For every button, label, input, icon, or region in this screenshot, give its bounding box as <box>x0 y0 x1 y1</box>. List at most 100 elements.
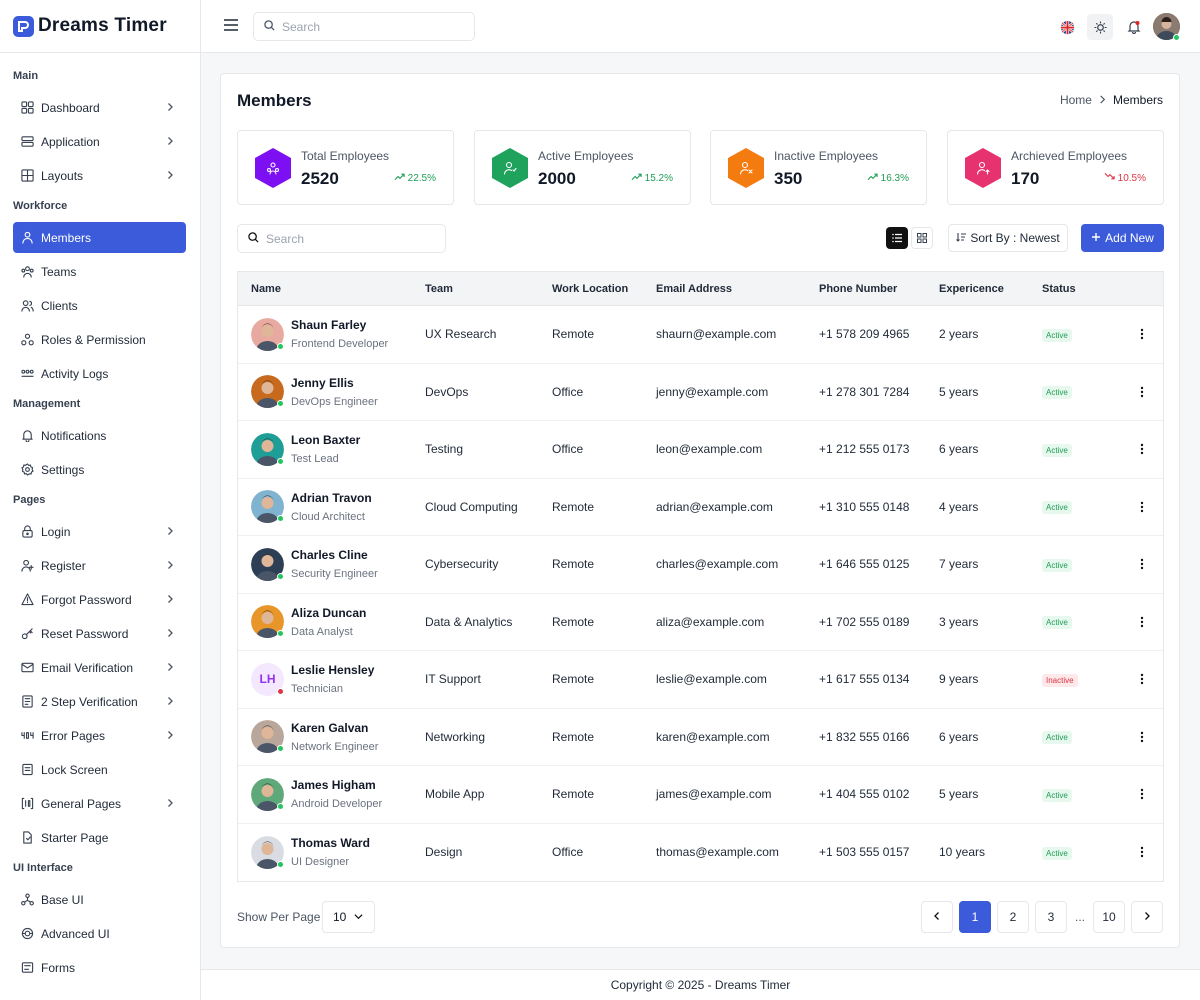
more-vertical-icon[interactable] <box>1135 385 1149 399</box>
col-location[interactable]: Work Location <box>552 283 656 295</box>
avatar[interactable] <box>251 720 284 754</box>
logo-icon <box>13 15 34 37</box>
avatar[interactable] <box>251 432 284 466</box>
more-vertical-icon[interactable] <box>1135 500 1149 514</box>
member-name[interactable]: Shaun Farley <box>291 318 388 332</box>
sidebar-item-label: Roles & Permission <box>41 332 146 347</box>
grid-view-icon[interactable] <box>911 227 933 249</box>
sidebar-item-login[interactable]: Login <box>13 516 186 547</box>
sidebar-item-members[interactable]: Members <box>13 222 186 253</box>
presence-dot <box>277 457 284 465</box>
sidebar-item-forgot-password[interactable]: Forgot Password <box>13 584 186 615</box>
more-vertical-icon[interactable] <box>1135 845 1149 859</box>
col-experience[interactable]: Expericence <box>939 283 1042 295</box>
member-name[interactable]: Charles Cline <box>291 548 378 562</box>
table-row: Thomas Ward UI Designer Design Office thomas… <box>238 824 1163 882</box>
sidebar-item-reset-password[interactable]: Reset Password <box>13 618 186 649</box>
avatar[interactable] <box>251 375 284 409</box>
sidebar-item-dashboard[interactable]: Dashboard <box>13 92 186 123</box>
sidebar-item-forms[interactable]: Forms <box>13 952 186 983</box>
more-vertical-icon[interactable] <box>1135 730 1149 744</box>
avatar[interactable] <box>251 835 284 869</box>
sun-icon[interactable] <box>1087 14 1113 40</box>
member-name[interactable]: Thomas Ward <box>291 836 370 850</box>
top-search-input[interactable] <box>282 19 452 34</box>
more-vertical-icon[interactable] <box>1135 615 1149 629</box>
avatar[interactable] <box>251 547 284 581</box>
pagination: 1 2 3... 10 <box>921 901 1163 933</box>
page-button[interactable]: 3 <box>1035 901 1067 933</box>
chevron-right-icon <box>1098 93 1107 107</box>
more-vertical-icon[interactable] <box>1135 787 1149 801</box>
sidebar-item-error-pages[interactable]: Error Pages <box>13 720 186 751</box>
prev-page-button[interactable] <box>921 901 953 933</box>
sidebar-section-title: Management <box>13 398 81 410</box>
hamburger-icon[interactable] <box>223 18 239 32</box>
breadcrumb-home[interactable]: Home <box>1060 93 1092 107</box>
more-vertical-icon[interactable] <box>1135 672 1149 686</box>
avatar[interactable] <box>251 317 284 351</box>
page-button-last[interactable]: 10 <box>1093 901 1125 933</box>
sidebar-item-advanced-ui[interactable]: Advanced UI <box>13 918 186 949</box>
col-phone[interactable]: Phone Number <box>819 283 939 295</box>
sidebar-item-teams[interactable]: Teams <box>13 256 186 287</box>
avatar[interactable] <box>251 490 284 524</box>
col-email[interactable]: Email Address <box>656 283 819 295</box>
col-status[interactable]: Status <box>1042 283 1127 295</box>
member-name[interactable]: Adrian Travon <box>291 491 372 505</box>
sidebar-item-2-step-verification[interactable]: 2 Step Verification <box>13 686 186 717</box>
page-button[interactable]: 1 <box>959 901 991 933</box>
col-team[interactable]: Team <box>425 283 552 295</box>
stat-trend-value: 22.5% <box>407 172 436 184</box>
member-name[interactable]: James Higham <box>291 778 382 792</box>
sidebar-item-settings[interactable]: Settings <box>13 454 186 485</box>
sidebar-item-starter-page[interactable]: Starter Page <box>13 822 186 853</box>
col-name[interactable]: Name <box>238 283 425 295</box>
member-location: Remote <box>552 499 595 514</box>
member-name[interactable]: Leon Baxter <box>291 433 360 447</box>
per-page-select[interactable]: 10 <box>322 901 375 933</box>
sidebar-item-lock-screen[interactable]: Lock Screen <box>13 754 186 785</box>
member-name[interactable]: Jenny Ellis <box>291 376 378 390</box>
member-location: Office <box>552 845 584 860</box>
avatar[interactable] <box>251 777 284 811</box>
list-view-icon[interactable] <box>886 227 908 249</box>
avatar[interactable] <box>251 605 284 639</box>
table-search-input[interactable] <box>266 231 436 246</box>
stat-trend-value: 16.3% <box>880 172 909 184</box>
member-name[interactable]: Karen Galvan <box>291 721 378 735</box>
sidebar-item-email-verification[interactable]: Email Verification <box>13 652 186 683</box>
sidebar-item-base-ui[interactable]: Base UI <box>13 884 186 915</box>
bell-icon[interactable] <box>1121 14 1147 40</box>
member-email: shaurn@example.com <box>656 327 777 342</box>
member-name[interactable]: Leslie Hensley <box>291 663 374 677</box>
sidebar-item-clients[interactable]: Clients <box>13 290 186 321</box>
flag-uk-icon[interactable] <box>1054 14 1080 40</box>
more-vertical-icon[interactable] <box>1135 557 1149 571</box>
sidebar-item-roles-permission[interactable]: Roles & Permission <box>13 324 186 355</box>
member-experience: 4 years <box>939 499 979 514</box>
sidebar-item-general-pages[interactable]: General Pages <box>13 788 186 819</box>
sidebar-item-label: Lock Screen <box>41 762 108 777</box>
app-logo[interactable]: Dreams Timer <box>0 0 200 53</box>
more-vertical-icon[interactable] <box>1135 327 1149 341</box>
sort-button[interactable]: Sort By : Newest <box>948 224 1068 252</box>
member-location: Remote <box>552 557 595 572</box>
page-button[interactable]: 2 <box>997 901 1029 933</box>
sidebar-item-application[interactable]: Application <box>13 126 186 157</box>
add-new-button[interactable]: Add New <box>1081 224 1164 252</box>
next-page-button[interactable] <box>1131 901 1163 933</box>
sidebar-item-label: Forms <box>41 960 75 975</box>
sidebar-item-layouts[interactable]: Layouts <box>13 160 186 191</box>
sidebar-item-label: Teams <box>41 264 77 279</box>
table-row: LH Leslie Hensley Technician IT Support Remo… <box>238 651 1163 709</box>
member-name[interactable]: Aliza Duncan <box>291 606 366 620</box>
sidebar-item-activity-logs[interactable]: Activity Logs <box>13 358 186 389</box>
sidebar-item-notifications[interactable]: Notifications <box>13 420 186 451</box>
member-team: DevOps <box>425 384 469 399</box>
avatar[interactable]: LH <box>251 662 284 696</box>
activity-icon <box>21 367 34 380</box>
status-badge: Active <box>1042 501 1072 515</box>
sidebar-item-register[interactable]: Register <box>13 550 186 581</box>
more-vertical-icon[interactable] <box>1135 442 1149 456</box>
